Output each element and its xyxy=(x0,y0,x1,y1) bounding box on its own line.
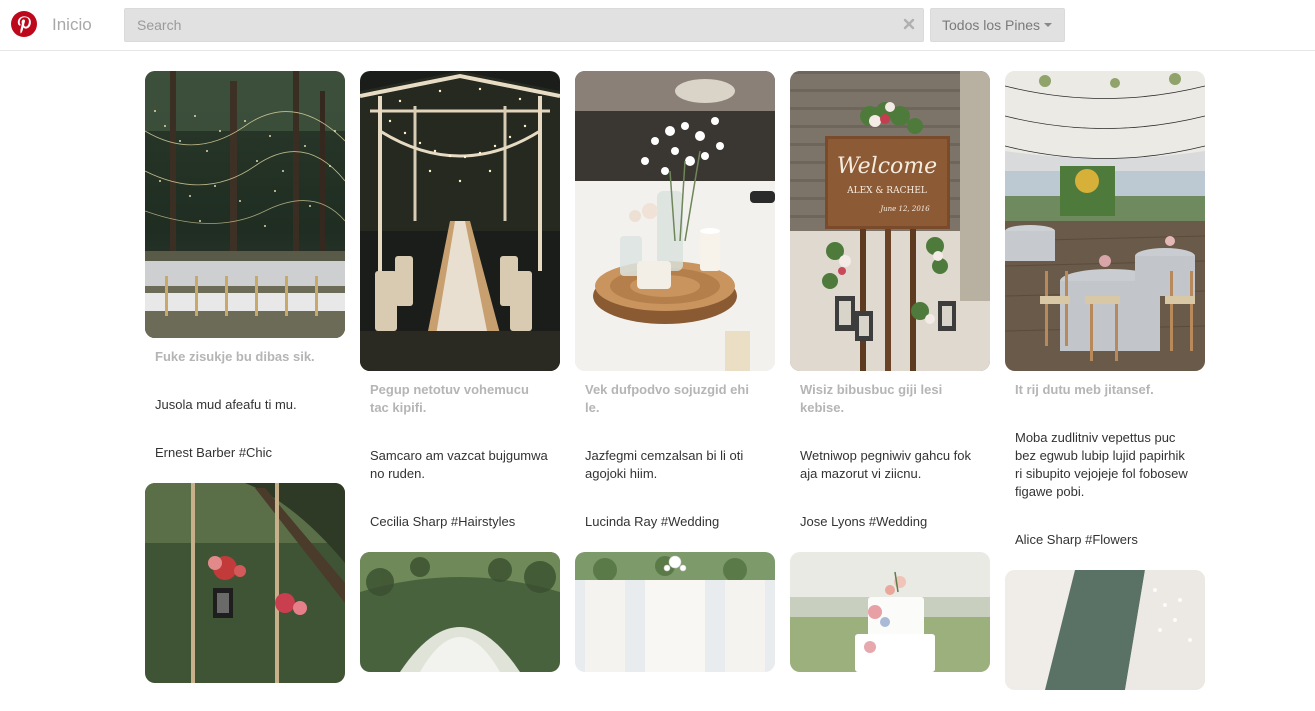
pin-card[interactable]: Welcome ALEX & RACHEL June 12, 2016 Wisi… xyxy=(790,71,990,531)
pinterest-logo-icon[interactable] xyxy=(11,11,37,37)
pin-card[interactable]: Pegup netotuv vohemucu tac kipifi. Samca… xyxy=(360,71,560,531)
home-link[interactable]: Inicio xyxy=(52,14,92,36)
pin-image[interactable] xyxy=(145,483,345,683)
welcome-sign-names: ALEX & RACHEL xyxy=(846,186,927,196)
pin-description: Jazfegmi cemzalsan bi li oti agojoki hii… xyxy=(585,448,744,481)
pin-title[interactable]: Vek dufpodvo sojuzgid ehi le. xyxy=(585,381,765,417)
pin-filter-label: Todos los Pines xyxy=(942,17,1041,33)
pin-image[interactable] xyxy=(1005,570,1205,690)
pin-meta: Alice Sharp #Flowers xyxy=(1015,532,1138,547)
pin-image[interactable] xyxy=(145,71,345,338)
pin-body: It rij dutu meb jitansef. Moba zudlitniv… xyxy=(1005,371,1205,549)
pin-title[interactable]: Wisiz bibusbuc giji lesi kebise. xyxy=(800,381,980,417)
pin-card[interactable]: Vek dufpodvo sojuzgid ehi le. Jazfegmi c… xyxy=(575,71,775,531)
pin-title[interactable]: It rij dutu meb jitansef. xyxy=(1015,381,1195,399)
pin-description: Moba zudlitniv vepettus puc bez egwub lu… xyxy=(1015,430,1188,499)
pin-card[interactable] xyxy=(145,483,345,683)
search-input[interactable] xyxy=(125,9,895,41)
pin-description: Samcaro am vazcat bujgumwa no ruden. xyxy=(370,448,548,481)
chevron-down-icon xyxy=(1044,23,1053,28)
pin-filter-dropdown[interactable]: Todos los Pines xyxy=(930,8,1065,42)
pin-column: Pegup netotuv vohemucu tac kipifi. Samca… xyxy=(360,71,560,693)
pin-body: Pegup netotuv vohemucu tac kipifi. Samca… xyxy=(360,371,560,531)
pin-meta: Lucinda Ray #Wedding xyxy=(585,514,720,529)
pin-column: Welcome ALEX & RACHEL June 12, 2016 Wisi… xyxy=(790,71,990,693)
pin-description: Wetniwop pegniwiv gahcu fok aja mazorut … xyxy=(800,448,972,481)
pin-card[interactable] xyxy=(1005,570,1205,690)
pin-column: Fuke zisukje bu dibas sik. Jusola mud af… xyxy=(145,71,345,704)
pin-card[interactable]: It rij dutu meb jitansef. Moba zudlitniv… xyxy=(1005,71,1205,549)
close-icon[interactable] xyxy=(902,17,916,31)
pin-image[interactable] xyxy=(790,552,990,672)
pin-meta: Ernest Barber #Chic xyxy=(155,445,273,460)
pin-body: Wisiz bibusbuc giji lesi kebise. Wetniwo… xyxy=(790,371,990,531)
pin-card[interactable] xyxy=(360,552,560,672)
pin-image[interactable]: Welcome ALEX & RACHEL June 12, 2016 xyxy=(790,71,990,371)
top-bar: Inicio Todos los Pines xyxy=(0,0,1315,51)
pin-card[interactable]: Fuke zisukje bu dibas sik. Jusola mud af… xyxy=(145,71,345,462)
pin-image[interactable] xyxy=(360,71,560,371)
welcome-sign-title: Welcome xyxy=(837,154,937,179)
pin-title[interactable]: Pegup netotuv vohemucu tac kipifi. xyxy=(370,381,550,417)
pin-column: It rij dutu meb jitansef. Moba zudlitniv… xyxy=(1005,71,1205,711)
pin-image[interactable] xyxy=(360,552,560,672)
pin-meta: Cecilia Sharp #Hairstyles xyxy=(370,514,516,529)
pin-card[interactable] xyxy=(790,552,990,672)
welcome-sign-date: June 12, 2016 xyxy=(878,205,930,213)
pin-meta: Jose Lyons #Wedding xyxy=(800,514,928,529)
pin-body: Fuke zisukje bu dibas sik. Jusola mud af… xyxy=(145,338,345,462)
pin-description: Jusola mud afeafu ti mu. xyxy=(155,397,297,412)
pin-title[interactable]: Fuke zisukje bu dibas sik. xyxy=(155,348,335,366)
pin-image[interactable] xyxy=(575,71,775,371)
pin-image[interactable] xyxy=(575,552,775,672)
pin-column: Vek dufpodvo sojuzgid ehi le. Jazfegmi c… xyxy=(575,71,775,693)
pin-image[interactable] xyxy=(1005,71,1205,371)
search-box xyxy=(124,8,924,42)
pin-body: Vek dufpodvo sojuzgid ehi le. Jazfegmi c… xyxy=(575,371,775,531)
pin-card[interactable] xyxy=(575,552,775,672)
